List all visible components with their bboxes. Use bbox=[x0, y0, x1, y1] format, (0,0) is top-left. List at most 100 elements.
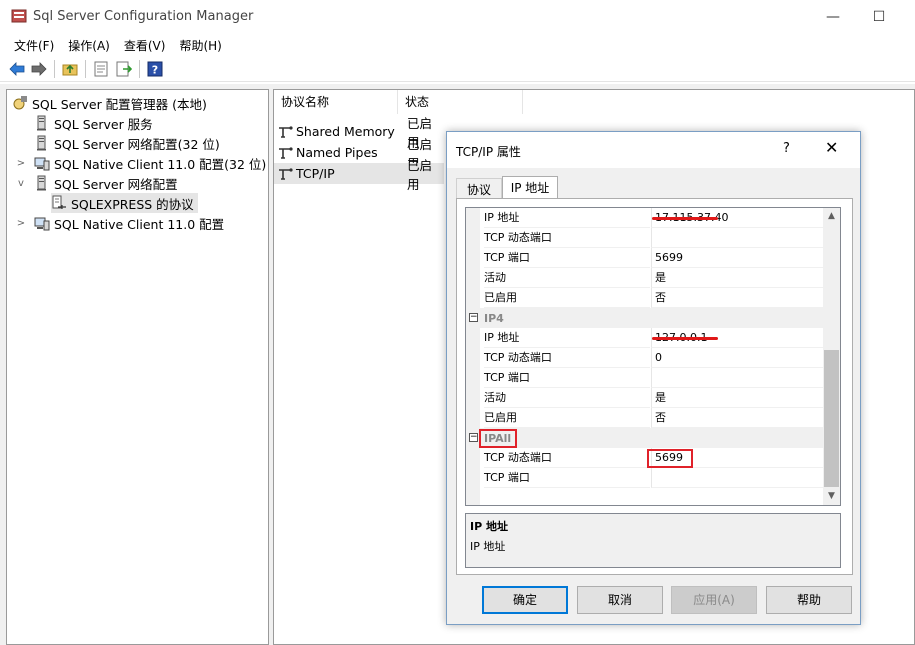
tree-item-network-config-32[interactable]: SQL Server 网络配置(32 位) bbox=[34, 133, 220, 153]
menu-file[interactable]: 文件(F) bbox=[7, 35, 61, 56]
grid-category-ip4[interactable]: − IP4 bbox=[466, 308, 823, 328]
property-value[interactable] bbox=[651, 228, 823, 248]
grid-row[interactable]: TCP 端口 bbox=[466, 368, 823, 388]
forward-arrow-icon[interactable] bbox=[30, 60, 48, 78]
property-value[interactable] bbox=[651, 468, 823, 488]
list-item-tcp-ip[interactable]: TCP/IP 已启用 bbox=[274, 158, 444, 192]
property-value[interactable]: 0 bbox=[651, 348, 823, 368]
property-description: IP 地址 IP 地址 bbox=[465, 513, 841, 568]
window-title: Sql Server Configuration Manager bbox=[33, 9, 254, 24]
property-label: TCP 端口 bbox=[484, 248, 650, 268]
grid-row[interactable]: TCP 动态端口 bbox=[466, 228, 823, 248]
redaction-strike bbox=[652, 217, 718, 220]
dialog-close-button[interactable]: ✕ bbox=[825, 138, 838, 157]
protocol-state: 已启用 bbox=[407, 157, 433, 192]
tab-ip-address[interactable]: IP 地址 bbox=[502, 176, 558, 198]
tree-item-native-client[interactable]: SQL Native Client 11.0 配置 bbox=[34, 213, 224, 233]
protocol-name: Shared Memory bbox=[296, 124, 395, 139]
menu-view[interactable]: 查看(V) bbox=[117, 35, 173, 56]
maximize-button[interactable]: ☐ bbox=[856, 6, 902, 30]
grid-row[interactable]: 活动是 bbox=[466, 388, 823, 408]
tree-item-label: SQL Native Client 11.0 配置 bbox=[54, 216, 225, 232]
property-value[interactable] bbox=[651, 368, 823, 388]
property-value[interactable]: 是 bbox=[651, 268, 823, 288]
collapse-toggle-icon[interactable]: − bbox=[469, 313, 478, 322]
grid-row[interactable]: 已启用否 bbox=[466, 288, 823, 308]
property-value[interactable]: 5699 bbox=[651, 248, 823, 268]
tree-item-sql-server-services[interactable]: SQL Server 服务 bbox=[34, 113, 153, 133]
grid-category-ipall[interactable]: − IPAll bbox=[466, 428, 823, 448]
client-icon bbox=[34, 217, 50, 231]
server-icon bbox=[37, 135, 46, 151]
expand-chevron-icon[interactable]: > bbox=[16, 218, 26, 229]
tcpip-properties-dialog: TCP/IP 属性 ? ✕ 协议 IP 地址 IP 地址17.115.37.40… bbox=[446, 131, 861, 625]
column-header-protocol-name[interactable]: 协议名称 bbox=[274, 90, 398, 114]
grid-row[interactable]: 活动是 bbox=[466, 268, 823, 288]
grid-row[interactable]: TCP 动态端口 0 bbox=[466, 348, 823, 368]
server-icon bbox=[37, 115, 46, 131]
column-header-state[interactable]: 状态 bbox=[398, 90, 523, 114]
apply-button[interactable]: 应用(A) bbox=[671, 586, 757, 614]
menu-help[interactable]: 帮助(H) bbox=[172, 35, 228, 56]
back-arrow-icon[interactable] bbox=[8, 60, 26, 78]
redaction-strike bbox=[652, 337, 718, 340]
dialog-title: TCP/IP 属性 bbox=[456, 145, 521, 159]
scrollbar-thumb[interactable] bbox=[824, 350, 839, 487]
property-grid: IP 地址17.115.37.40TCP 动态端口TCP 端口5699活动是已启… bbox=[465, 207, 841, 506]
menu-bar: 文件(F) 操作(A) 查看(V) 帮助(H) bbox=[0, 34, 915, 56]
tree-item-label: SQL Server 网络配置 bbox=[54, 176, 178, 192]
property-label: IP 地址 bbox=[484, 328, 650, 348]
property-label: TCP 端口 bbox=[484, 368, 650, 388]
protocol-pipe-icon bbox=[279, 125, 293, 138]
menu-action[interactable]: 操作(A) bbox=[61, 35, 117, 56]
grid-row[interactable]: TCP 端口 5699 bbox=[466, 248, 823, 268]
tree-item-config-manager[interactable]: SQL Server 配置管理器 (本地) bbox=[12, 93, 207, 113]
collapse-toggle-icon[interactable]: − bbox=[469, 433, 478, 442]
cancel-button[interactable]: 取消 bbox=[577, 586, 663, 614]
description-text: IP 地址 bbox=[470, 540, 506, 553]
property-label: IP 地址 bbox=[484, 208, 650, 228]
property-label: 已启用 bbox=[484, 408, 650, 428]
list-header: 协议名称 状态 bbox=[274, 90, 914, 114]
help-icon[interactable]: ? bbox=[146, 60, 164, 78]
tree-item-network-config[interactable]: SQL Server 网络配置 bbox=[34, 173, 178, 193]
collapse-chevron-icon[interactable]: v bbox=[16, 178, 26, 189]
tree-item-sqlexpress-protocols[interactable]: SQLEXPRESS 的协议 bbox=[51, 193, 198, 213]
tab-protocol[interactable]: 协议 bbox=[456, 178, 502, 198]
grid-row[interactable]: IP 地址127.0.0.1 bbox=[466, 328, 823, 348]
property-label: 已启用 bbox=[484, 288, 650, 308]
protocol-name: Named Pipes bbox=[296, 145, 378, 160]
property-value[interactable]: 否 bbox=[651, 288, 823, 308]
toolbar-separator bbox=[54, 60, 55, 78]
property-label: TCP 动态端口 bbox=[484, 448, 650, 468]
property-value[interactable]: 否 bbox=[651, 408, 823, 428]
expand-chevron-icon[interactable]: > bbox=[16, 158, 26, 169]
grid-row[interactable]: TCP 动态端口 5699 bbox=[466, 448, 823, 468]
property-value[interactable]: 是 bbox=[651, 388, 823, 408]
config-manager-icon bbox=[13, 96, 27, 110]
ok-button[interactable]: 确定 bbox=[482, 586, 568, 614]
help-button[interactable]: 帮助 bbox=[766, 586, 852, 614]
grid-row[interactable]: 已启用否 bbox=[466, 408, 823, 428]
property-label: 活动 bbox=[484, 268, 650, 288]
grid-row[interactable]: TCP 端口 bbox=[466, 468, 823, 488]
property-label: 活动 bbox=[484, 388, 650, 408]
svg-text:?: ? bbox=[152, 64, 158, 77]
protocol-pipe-icon bbox=[279, 146, 293, 159]
export-list-icon[interactable] bbox=[115, 60, 133, 78]
up-folder-icon[interactable] bbox=[61, 60, 79, 78]
vertical-scrollbar[interactable]: ▲ ▼ bbox=[823, 208, 840, 505]
minimize-button[interactable]: — bbox=[810, 6, 856, 30]
properties-icon[interactable] bbox=[92, 60, 110, 78]
ip-address-tab-panel: IP 地址17.115.37.40TCP 动态端口TCP 端口5699活动是已启… bbox=[456, 198, 853, 575]
grid-row[interactable]: IP 地址17.115.37.40 bbox=[466, 208, 823, 228]
tree-item-label: SQL Native Client 11.0 配置(32 位) bbox=[54, 156, 267, 172]
annotation-box-ipall bbox=[479, 429, 517, 448]
dialog-title-bar: TCP/IP 属性 ? ✕ bbox=[447, 132, 860, 168]
tree-item-label: SQL Server 网络配置(32 位) bbox=[54, 136, 220, 152]
dialog-help-button[interactable]: ? bbox=[783, 141, 790, 156]
tree-item-native-client-32[interactable]: SQL Native Client 11.0 配置(32 位) bbox=[34, 153, 266, 173]
scroll-down-button[interactable]: ▼ bbox=[823, 488, 840, 505]
description-title: IP 地址 bbox=[470, 520, 508, 533]
scroll-up-button[interactable]: ▲ bbox=[823, 208, 840, 225]
